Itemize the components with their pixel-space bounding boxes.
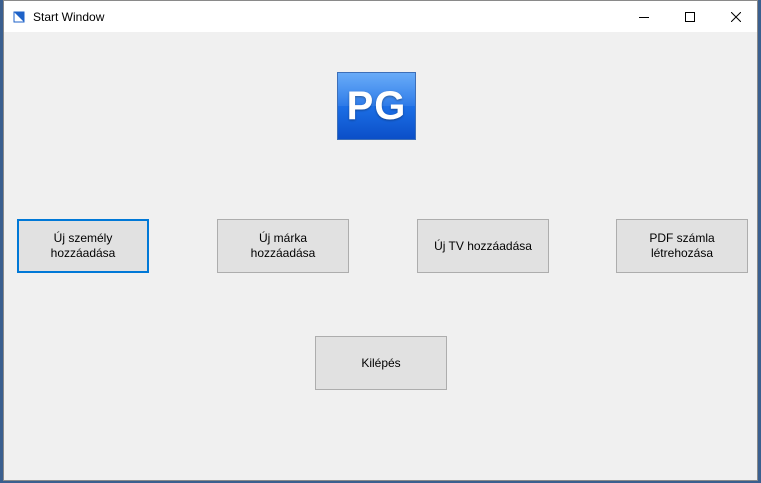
pg-logo: PG (337, 72, 416, 140)
add-brand-button[interactable]: Új márka hozzáadása (217, 219, 349, 273)
add-tv-button[interactable]: Új TV hozzáadása (417, 219, 549, 273)
logo-text: PG (346, 83, 407, 128)
close-button[interactable] (713, 1, 757, 32)
title-bar[interactable]: Start Window (4, 1, 757, 32)
minimize-button[interactable] (621, 1, 667, 32)
add-person-button[interactable]: Új személy hozzáadása (17, 219, 149, 273)
exit-button[interactable]: Kilépés (315, 336, 447, 390)
create-pdf-invoice-button[interactable]: PDF számla létrehozása (616, 219, 748, 273)
maximize-icon (685, 11, 695, 22)
window-title: Start Window (33, 10, 105, 24)
create-pdf-invoice-label: PDF számla létrehozása (649, 231, 715, 260)
close-icon (731, 11, 741, 22)
app-form-icon (13, 10, 25, 23)
maximize-button[interactable] (667, 1, 713, 32)
minimize-icon (639, 12, 649, 22)
add-brand-label: Új márka hozzáadása (250, 231, 316, 260)
add-tv-label: Új TV hozzáadása (434, 238, 532, 253)
exit-label: Kilépés (361, 355, 401, 370)
add-person-label: Új személy hozzáadása (50, 231, 116, 260)
start-window: Start Window PG Új személy hozzáadása Új… (3, 0, 758, 481)
